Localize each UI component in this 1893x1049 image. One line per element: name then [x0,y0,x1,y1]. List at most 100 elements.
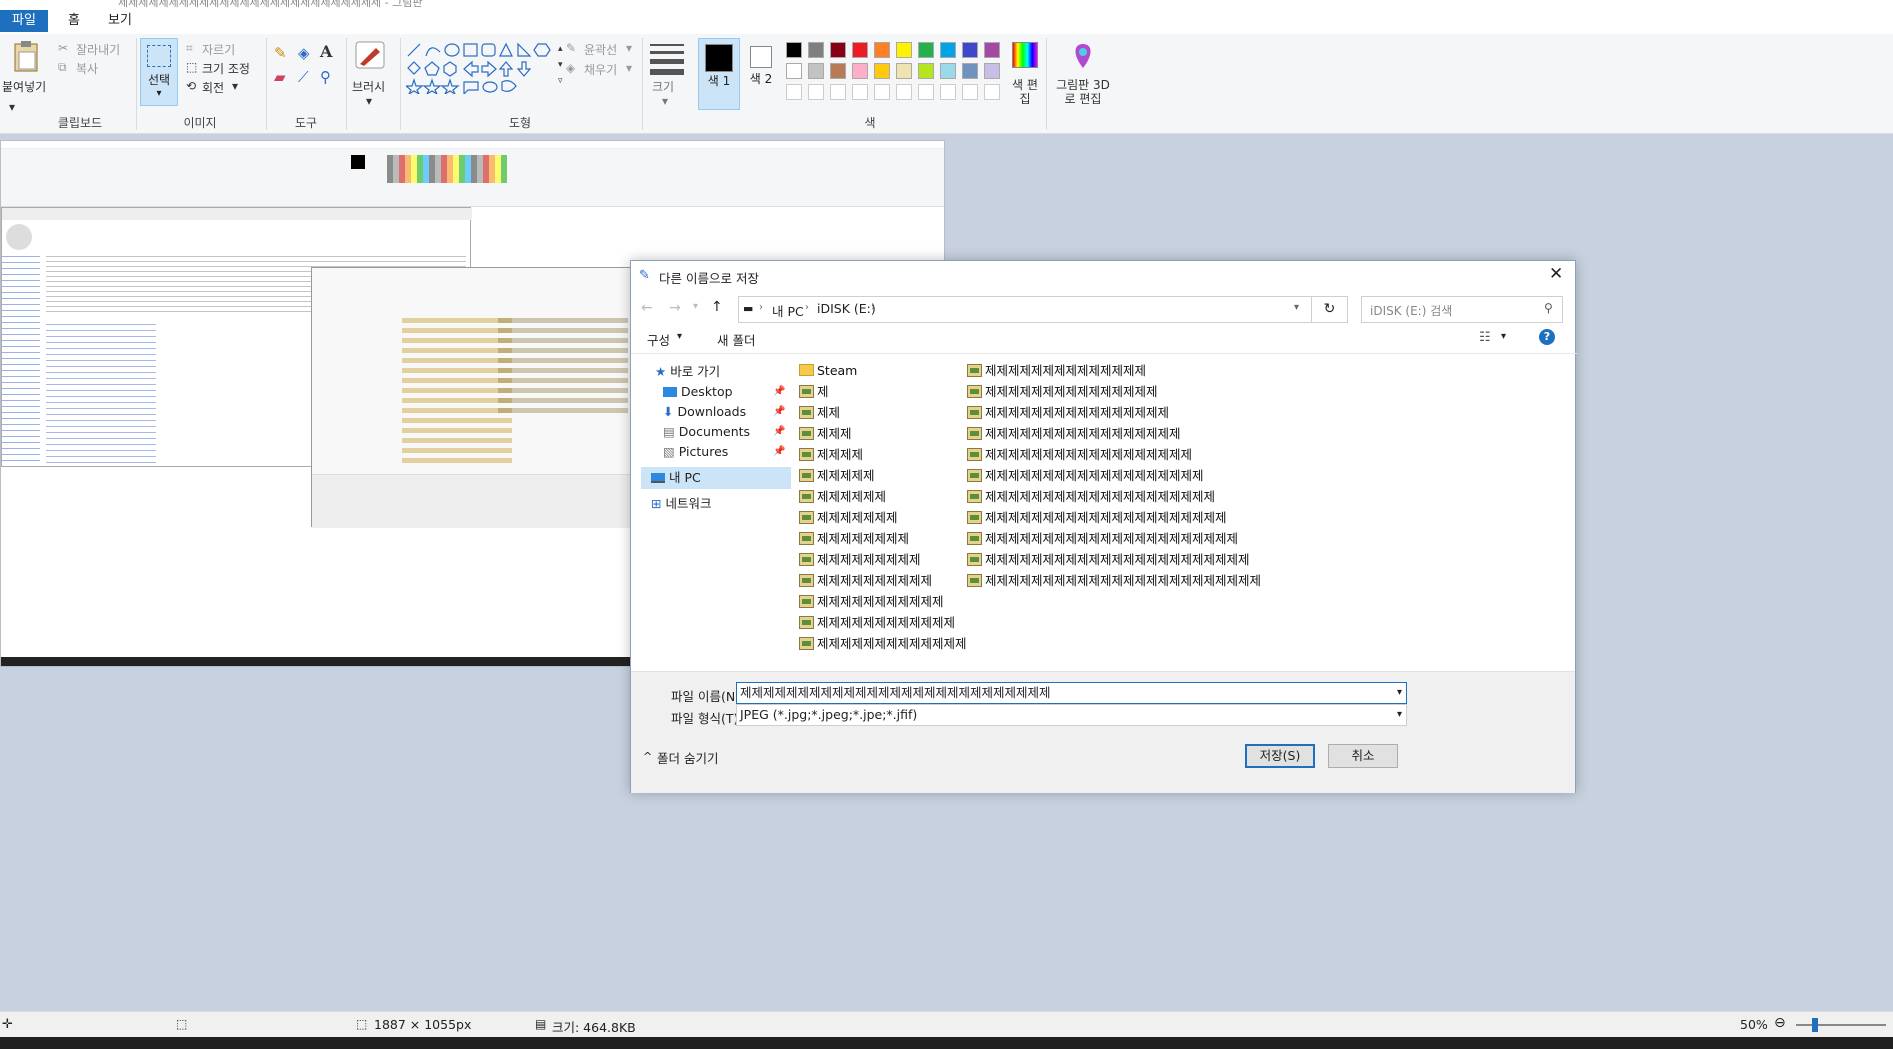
hide-folders-button[interactable]: 폴더 숨기기 [657,748,718,767]
filetype-select[interactable]: JPEG (*.jpg;*.jpeg;*.jpe;*.jfif) ▾ [736,704,1407,726]
file-item[interactable]: 제제제제제제제제 [799,529,909,549]
edit-colors-button[interactable]: 색 편집 [1012,78,1038,106]
palette-color-swatch[interactable] [918,63,934,79]
new-folder-button[interactable]: 새 폴더 [717,330,755,349]
palette-empty-swatch[interactable] [830,84,846,100]
resize-button[interactable]: 크기 조정 [202,60,250,77]
breadcrumb-pc[interactable]: 내 PC [772,301,804,320]
cancel-button[interactable]: 취소 [1328,744,1398,768]
file-item[interactable]: 제제제제제제제제제제제제제제제제제 [967,424,1181,444]
zoom-out-icon[interactable]: ⊖ [1774,1015,1786,1031]
resize-icon[interactable]: ⬚ [186,60,197,74]
nav-downloads[interactable]: ⬇ Downloads 📌 [663,401,787,423]
color1-button[interactable]: 색 1 [698,38,740,110]
file-list[interactable]: Steam 제 제제 제제제 제제제제 제제제제제 제제제제제제 제제제제제제제 제제제제제제제… [799,361,1569,667]
nav-desktop[interactable]: Desktop 📌 [663,381,787,403]
crop-button[interactable]: 자르기 [202,41,235,58]
brush-dropdown-icon[interactable]: ▾ [366,94,372,108]
size-icon[interactable] [650,44,684,75]
search-icon[interactable]: ⚲ [1544,301,1553,315]
shapes-scroll-up-icon[interactable]: ▴ [558,44,563,54]
organize-dropdown-icon[interactable]: ▾ [677,331,682,342]
organize-button[interactable]: 구성 [647,330,670,349]
brush-icon[interactable] [354,40,386,70]
chevron-up-icon[interactable]: ^ [643,750,652,763]
file-item[interactable]: 제제제 [799,424,852,444]
file-item[interactable]: 제제제제제제 [799,487,886,507]
file-item[interactable]: 제제제제제제제제제제제제제제 [967,361,1146,381]
file-item[interactable]: 제제제제제제제제제제제제제제제제제제 [967,445,1192,465]
palette-color-swatch[interactable] [786,63,802,79]
file-item[interactable]: 제제제제제제제제제제제제제제제제 [967,403,1169,423]
palette-empty-swatch[interactable] [786,84,802,100]
zoom-slider-thumb[interactable] [1812,1018,1818,1032]
palette-color-swatch[interactable] [962,42,978,58]
rotate-dropdown-icon[interactable]: ▾ [232,79,238,93]
breadcrumb-drive[interactable]: iDISK (E:) [817,301,876,316]
palette-empty-swatch[interactable] [918,84,934,100]
file-item[interactable]: 제제제제제제제제제제제제제 [799,634,967,654]
palette-color-swatch[interactable] [984,63,1000,79]
eraser-icon[interactable]: ▰ [274,68,286,86]
crop-icon[interactable]: ⌗ [186,41,193,56]
filename-dropdown-icon[interactable]: ▾ [1397,683,1402,703]
palette-color-swatch[interactable] [896,42,912,58]
palette-color-swatch[interactable] [896,63,912,79]
file-item[interactable]: 제제제제제 [799,466,875,486]
outline-dropdown-icon[interactable]: ▾ [626,41,632,55]
palette-color-swatch[interactable] [962,63,978,79]
close-icon[interactable]: ✕ [1549,264,1563,284]
shapes-expand-icon[interactable]: ▿ [558,76,563,86]
color2-button[interactable]: 색 2 [746,38,776,110]
fill-shape-button[interactable]: 채우기 [584,61,617,78]
file-item[interactable]: 제제제제제제제제제제제제제제제제제제제제제제제제 [967,571,1261,591]
clipboard-icon[interactable] [12,40,40,72]
file-item[interactable]: 제제제제제제제제제제제제제제제제제제제제 [967,487,1215,507]
file-item[interactable]: 제제제제제제제제제 [799,550,921,570]
nav-pictures[interactable]: ▧ Pictures 📌 [663,441,787,463]
zoom-slider[interactable] [1796,1024,1886,1026]
color-picker-icon[interactable]: ⟋ [298,68,309,86]
help-icon[interactable]: ? [1539,329,1555,345]
copy-button[interactable]: 복사 [76,60,98,77]
paint3d-icon[interactable] [1070,42,1096,70]
tab-view[interactable]: 보기 [96,10,144,32]
file-item[interactable]: 제 [799,382,829,402]
file-item[interactable]: 제제제제제제제제제제제제제제제제제제제제제제 [967,529,1238,549]
tab-file[interactable]: 파일 [0,10,48,32]
nav-network[interactable]: ⊞ 네트워크 [651,493,781,515]
palette-empty-swatch[interactable] [874,84,890,100]
palette-color-swatch[interactable] [940,42,956,58]
file-item[interactable]: 제제제제제제제제제제제제 [799,613,955,633]
palette-color-swatch[interactable] [830,63,846,79]
folder-item[interactable]: Steam [799,361,857,381]
filename-input[interactable]: 제제제제제제제제제제제제제제제제제제제제제제제제제제제 ▾ [736,682,1407,704]
back-icon[interactable]: ← [641,300,653,316]
file-item[interactable]: 제제제제제제제 [799,508,898,528]
palette-empty-swatch[interactable] [852,84,868,100]
select-button[interactable]: 선택 ▾ [140,38,178,106]
palette-color-swatch[interactable] [830,42,846,58]
fill-icon[interactable]: ◈ [298,44,310,62]
palette-color-swatch[interactable] [808,42,824,58]
palette-color-swatch[interactable] [852,42,868,58]
fill-shape-icon[interactable]: ◈ [566,61,575,75]
save-button[interactable]: 저장(S) [1245,744,1315,768]
address-dropdown-icon[interactable]: ▾ [1294,302,1299,313]
cut-icon[interactable]: ✂ [58,41,68,55]
file-item[interactable]: 제제 [799,403,840,423]
palette-empty-swatch[interactable] [984,84,1000,100]
magnifier-icon[interactable]: ⚲ [320,68,331,86]
paste-button[interactable]: 붙여넣기 [2,78,46,95]
palette-color-swatch[interactable] [808,63,824,79]
nav-quick-access[interactable]: ★ 바로 가기 [655,361,785,383]
up-icon[interactable]: ↑ [711,299,723,315]
file-item[interactable]: 제제제제 [799,445,863,465]
palette-color-swatch[interactable] [984,42,1000,58]
recent-dropdown-icon[interactable]: ▾ [693,301,698,312]
nav-this-pc[interactable]: 내 PC [641,467,791,489]
address-bar[interactable]: ▬ › 내 PC › iDISK (E:) › ▾ [738,296,1312,323]
forward-icon[interactable]: → [669,300,681,316]
file-item[interactable]: 제제제제제제제제제제제제제제제 [967,382,1158,402]
palette-empty-swatch[interactable] [808,84,824,100]
